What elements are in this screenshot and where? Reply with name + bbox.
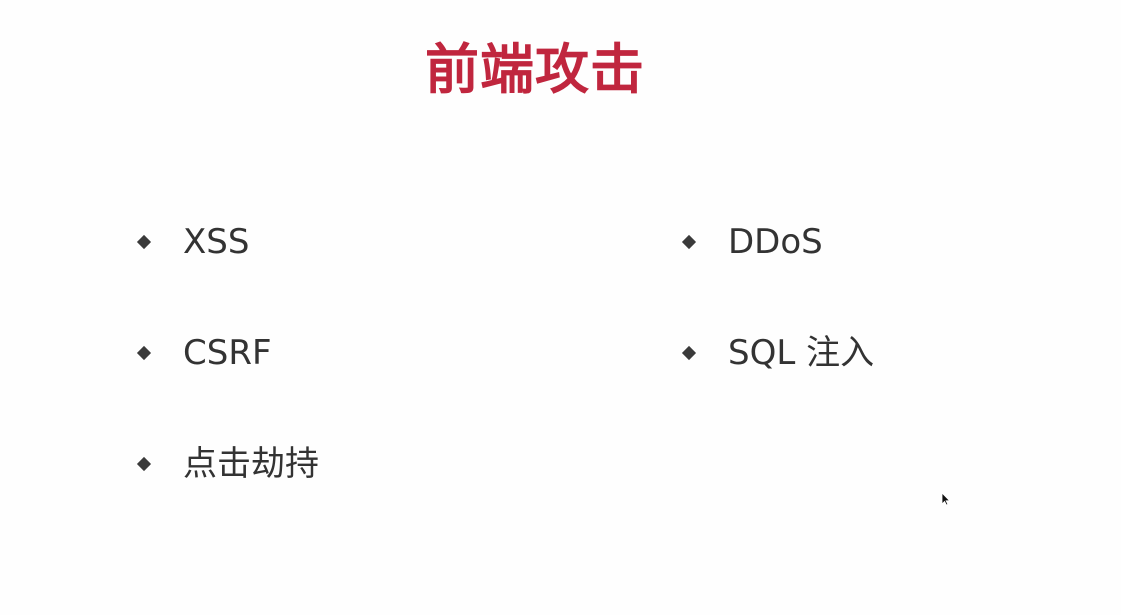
list-item-label: SQL 注入 — [728, 333, 875, 373]
list-item-label: CSRF — [183, 333, 272, 373]
diamond-bullet-icon — [681, 345, 697, 361]
list-item: XSS — [136, 214, 319, 270]
list-item: CSRF — [136, 325, 319, 381]
slide: 前端攻击 XSS CSRF 点击劫持 DDoS SQL 注入 — [0, 0, 1121, 615]
diamond-bullet-icon — [136, 345, 152, 361]
diamond-bullet-icon — [136, 234, 152, 250]
diamond-bullet-icon — [136, 456, 152, 472]
slide-title: 前端攻击 — [425, 38, 645, 101]
list-item-label: DDoS — [728, 222, 823, 262]
left-bullet-list: XSS CSRF 点击劫持 — [136, 214, 319, 547]
diamond-bullet-icon — [681, 234, 697, 250]
list-item: SQL 注入 — [681, 325, 875, 381]
right-bullet-list: DDoS SQL 注入 — [681, 214, 875, 436]
list-item-label: 点击劫持 — [183, 444, 319, 484]
list-item: 点击劫持 — [136, 436, 319, 492]
list-item: DDoS — [681, 214, 874, 270]
mouse-pointer-icon — [941, 492, 951, 506]
list-item-label: XSS — [183, 222, 250, 262]
